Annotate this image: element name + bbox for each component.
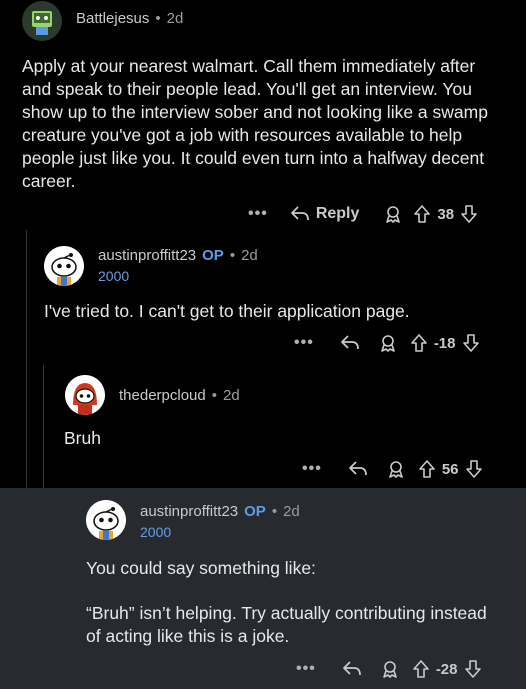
comment-age: 2d	[223, 387, 240, 404]
award-icon[interactable]	[386, 459, 406, 479]
comment-austinproffitt23-2: austinproffitt23 OP • 2d 2000 You could …	[0, 488, 526, 689]
comment-body: Bruh	[64, 428, 101, 448]
vote-score: -28	[435, 660, 458, 678]
comment-actions: ••• Reply 38	[248, 204, 478, 224]
comment-age: 2d	[241, 247, 258, 264]
upvote-icon[interactable]	[412, 659, 430, 679]
username[interactable]: austinproffitt23	[140, 503, 238, 520]
username[interactable]: austinproffitt23	[98, 247, 196, 264]
reply-button[interactable]: Reply	[290, 205, 360, 223]
award-icon[interactable]	[383, 204, 403, 224]
downvote-icon[interactable]	[462, 333, 480, 353]
more-options-icon[interactable]: •••	[296, 660, 316, 678]
vote-score: 56	[441, 460, 459, 478]
downvote-icon[interactable]	[464, 659, 482, 679]
comment-battlejesus: Battlejesus • 2d Apply at your nearest w…	[0, 0, 526, 232]
separator-dot: •	[229, 247, 236, 264]
reply-icon[interactable]	[340, 334, 360, 352]
more-options-icon[interactable]: •••	[294, 334, 314, 352]
reply-icon	[290, 206, 309, 221]
comment-header: austinproffitt23 OP • 2d	[140, 503, 300, 520]
comment-thederpcloud: thederpcloud • 2d Bruh ••• 56	[0, 365, 526, 488]
comment-age: 2d	[166, 10, 184, 27]
username[interactable]: Battlejesus	[76, 10, 149, 27]
comment-age: 2d	[283, 503, 300, 520]
comment-header: austinproffitt23 OP • 2d	[98, 247, 258, 264]
user-flair: 2000	[140, 524, 172, 540]
award-icon[interactable]	[378, 333, 398, 353]
reply-icon[interactable]	[342, 660, 362, 678]
comment-header: thederpcloud • 2d	[119, 387, 240, 404]
comment-body: Apply at your nearest walmart. Call them…	[22, 56, 488, 191]
avatar[interactable]	[44, 246, 84, 286]
more-options-icon[interactable]: •••	[302, 460, 322, 478]
award-icon[interactable]	[380, 659, 400, 679]
avatar[interactable]	[22, 1, 62, 41]
op-badge: OP	[244, 503, 266, 520]
upvote-icon[interactable]	[413, 204, 431, 224]
comment-header: Battlejesus • 2d	[76, 10, 183, 27]
downvote-icon[interactable]	[465, 459, 483, 479]
more-options-icon[interactable]: •••	[248, 205, 268, 223]
comment-austinproffitt23-1: austinproffitt23 OP • 2d 2000 I've tried…	[0, 232, 526, 365]
avatar[interactable]	[65, 375, 105, 415]
comment-actions: ••• 56	[302, 459, 483, 479]
comment-actions: ••• -18	[294, 333, 480, 353]
user-flair: 2000	[98, 268, 130, 284]
separator-dot: •	[211, 387, 217, 404]
upvote-icon[interactable]	[418, 459, 436, 479]
downvote-icon[interactable]	[460, 204, 478, 224]
comment-body: I've tried to. I can't get to their appl…	[44, 301, 410, 321]
comment-actions: ••• -28	[296, 659, 482, 679]
separator-dot: •	[155, 10, 161, 27]
username[interactable]: thederpcloud	[119, 387, 206, 404]
vote-score: -18	[433, 334, 456, 352]
vote-score: 38	[437, 205, 455, 223]
reply-icon[interactable]	[348, 460, 368, 478]
avatar[interactable]	[86, 500, 126, 540]
comment-body-line-2: “Bruh” isn’t helping. Try actually contr…	[86, 603, 487, 646]
reply-label: Reply	[315, 205, 360, 222]
upvote-icon[interactable]	[410, 333, 428, 353]
comment-body-line-1: You could say something like:	[86, 558, 316, 578]
op-badge: OP	[202, 247, 224, 264]
separator-dot: •	[271, 503, 278, 520]
